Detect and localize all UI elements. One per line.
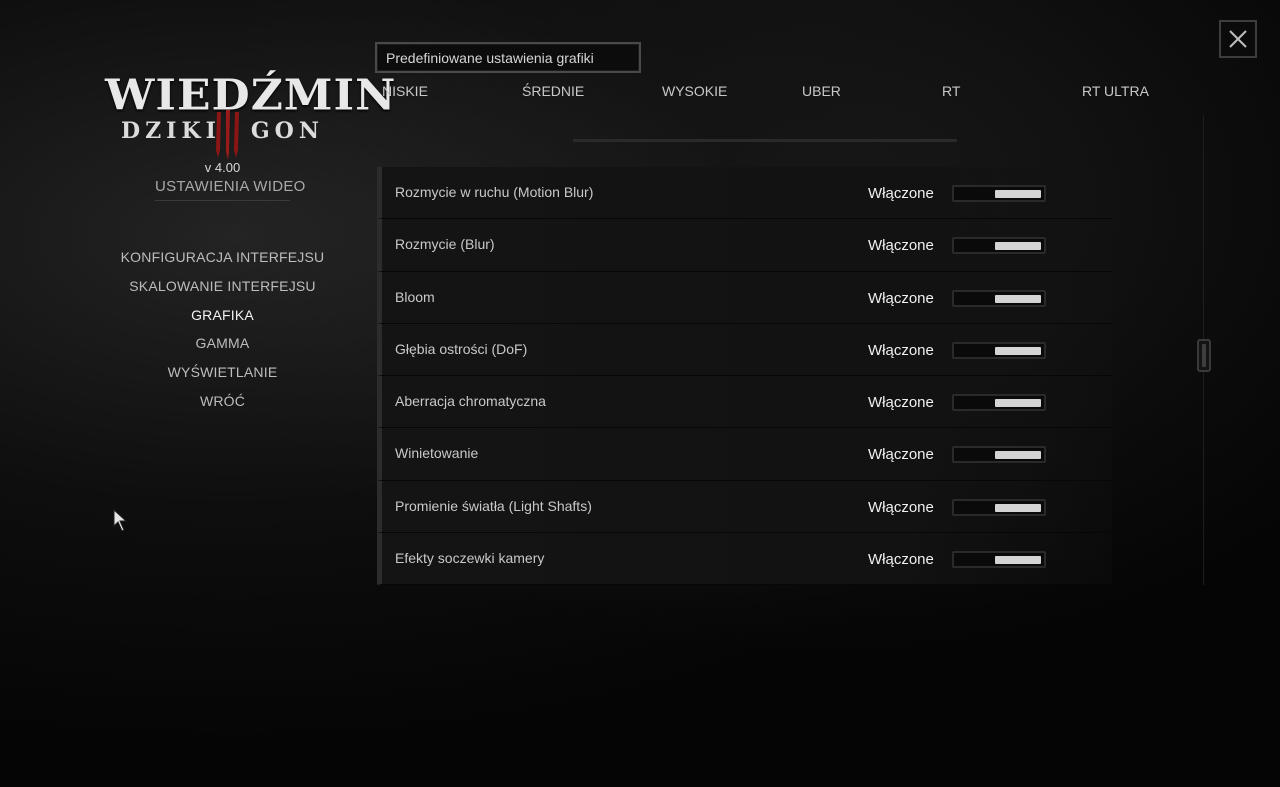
setting-row-blur[interactable]: Rozmycie (Blur) Włączone	[377, 219, 1112, 272]
menu-item-graphics[interactable]: GRAFIKA	[105, 306, 340, 335]
toggle-knob	[995, 556, 1041, 565]
setting-row-depth-of-field[interactable]: Głębia ostrości (DoF) Włączone	[377, 323, 1112, 377]
setting-value: Włączone	[868, 551, 934, 569]
version-label: v 4.00	[204, 160, 241, 175]
toggle-knob	[995, 399, 1041, 408]
setting-toggle[interactable]	[952, 185, 1046, 202]
preset-rt-ultra[interactable]: RT ULTRA	[1082, 83, 1149, 99]
setting-value: Włączone	[868, 498, 934, 516]
menu-item-display[interactable]: WYŚWIETLANIE	[105, 363, 340, 392]
setting-toggle[interactable]	[952, 498, 1046, 516]
preset-title: Predefiniowane ustawienia grafiki	[386, 50, 594, 66]
panel-title: USTAWIENIA WIDEO	[155, 178, 305, 201]
preset-medium[interactable]: ŚREDNIE	[522, 83, 584, 99]
menu-item-interface-scaling[interactable]: SKALOWANIE INTERFEJSU	[105, 277, 340, 306]
setting-value: Włączone	[868, 394, 934, 412]
setting-row-bloom[interactable]: Bloom Włączone	[377, 271, 1112, 324]
menu-item-gamma[interactable]: GAMMA	[105, 334, 340, 363]
game-logo: WIEDŹMIN DZIKI GON	[105, 70, 395, 160]
setting-row-camera-lens-effects[interactable]: Efekty soczewki kamery Włączone	[377, 533, 1112, 586]
setting-toggle[interactable]	[952, 237, 1046, 255]
setting-label: Głębia ostrości (DoF)	[395, 340, 528, 357]
preset-low[interactable]: NISKIE	[382, 83, 428, 99]
preset-title-box: Predefiniowane ustawienia grafiki	[375, 42, 641, 73]
preset-slider-track[interactable]	[573, 139, 957, 142]
setting-row-vignetting[interactable]: Winietowanie Włączone	[377, 428, 1112, 481]
setting-label: Aberracja chromatyczna	[395, 393, 546, 410]
close-button[interactable]	[1219, 20, 1257, 58]
setting-label: Bloom	[395, 288, 435, 305]
setting-row-chromatic-aberration[interactable]: Aberracja chromatyczna Włączone	[377, 376, 1112, 429]
left-panel: WIEDŹMIN DZIKI GON v 4.00 USTAWIENIA WIDE…	[105, 60, 395, 460]
toggle-knob	[995, 346, 1041, 355]
close-icon	[1229, 30, 1247, 48]
preset-uber[interactable]: UBER	[802, 83, 841, 99]
setting-value: Włączone	[868, 446, 934, 464]
setting-label: Promienie światła (Light Shafts)	[395, 497, 592, 514]
logo-subtitle-left: DZIKI	[121, 118, 221, 144]
menu-item-interface-config[interactable]: KONFIGURACJA INTERFEJSU	[105, 248, 340, 277]
setting-toggle[interactable]	[952, 394, 1046, 412]
setting-label: Efekty soczewki kamery	[395, 550, 545, 567]
toggle-knob	[995, 503, 1041, 512]
logo-subtitle-right: GON	[250, 118, 324, 144]
setting-value: Włączone	[868, 185, 934, 202]
preset-options: NISKIE ŚREDNIE WYSOKIE UBER RT RT ULTRA	[382, 83, 1162, 103]
menu-item-back[interactable]: WRÓĆ	[105, 392, 340, 421]
setting-toggle[interactable]	[952, 289, 1046, 307]
setting-value: Włączone	[868, 289, 934, 307]
toggle-knob	[995, 294, 1041, 303]
settings-menu: KONFIGURACJA INTERFEJSU SKALOWANIE INTER…	[105, 248, 340, 421]
setting-label: Winietowanie	[395, 445, 479, 462]
scrollbar-thumb[interactable]	[1197, 339, 1211, 372]
setting-label: Rozmycie w ruchu (Motion Blur)	[395, 184, 594, 200]
mouse-cursor-icon	[113, 509, 128, 532]
toggle-knob	[995, 242, 1041, 251]
toggle-knob	[995, 190, 1041, 198]
toggle-knob	[995, 451, 1041, 460]
preset-high[interactable]: WYSOKIE	[662, 83, 727, 99]
setting-value: Włączone	[868, 237, 934, 255]
setting-row-light-shafts[interactable]: Promienie światła (Light Shafts) Włączon…	[377, 480, 1112, 534]
preset-rt[interactable]: RT	[942, 83, 960, 99]
setting-row-motion-blur[interactable]: Rozmycie w ruchu (Motion Blur) Włączone	[377, 167, 1112, 220]
claw-mark-icon	[216, 110, 239, 160]
setting-label: Rozmycie (Blur)	[395, 236, 495, 253]
setting-toggle[interactable]	[952, 446, 1046, 464]
setting-toggle[interactable]	[952, 551, 1046, 569]
graphics-settings-list: Rozmycie w ruchu (Motion Blur) Włączone …	[377, 167, 1112, 586]
setting-value: Włączone	[868, 341, 934, 359]
setting-toggle[interactable]	[952, 341, 1046, 359]
